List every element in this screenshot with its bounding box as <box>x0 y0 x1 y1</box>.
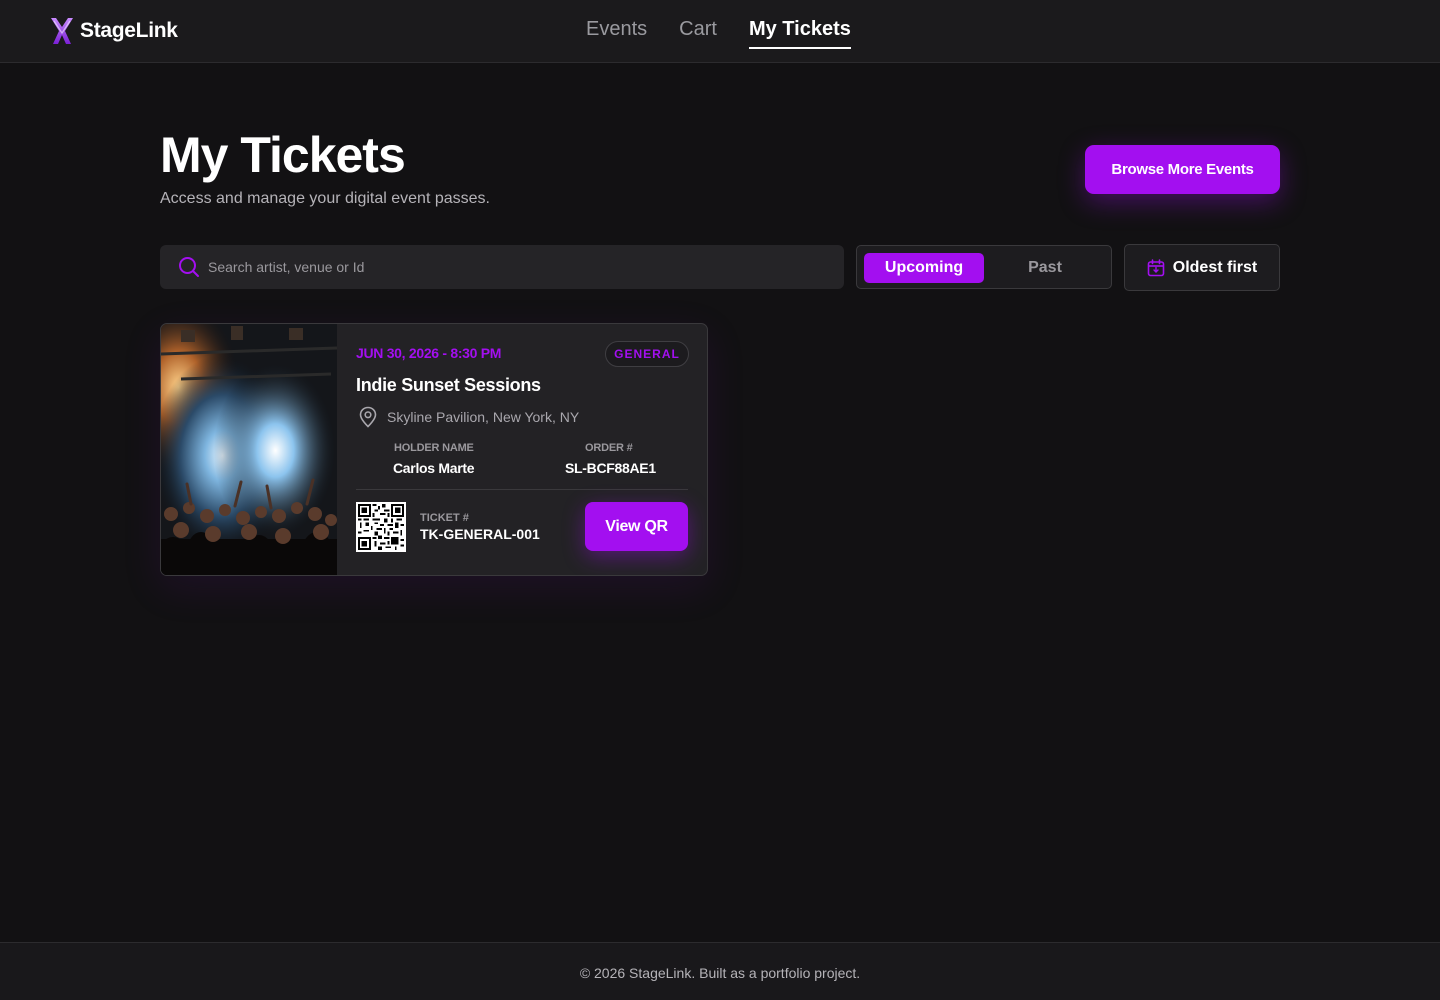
holder-name-label: HOLDER NAME <box>394 442 474 454</box>
brand-logo-icon <box>51 18 73 44</box>
view-qr-button[interactable]: View QR <box>585 502 688 551</box>
search-icon <box>179 257 199 277</box>
event-title: Indie Sunset Sessions <box>356 375 541 395</box>
qr-code-icon <box>356 502 406 552</box>
main-nav: Events Cart My Tickets <box>586 18 851 49</box>
event-date: JUN 30, 2026 - 8:30 PM <box>356 345 502 361</box>
nav-my-tickets[interactable]: My Tickets <box>748 18 851 49</box>
card-divider <box>356 489 688 490</box>
ticket-number-label: TICKET # <box>420 512 469 524</box>
top-navbar: StageLink Events Cart My Tickets <box>0 0 1440 63</box>
ticket-type-badge: GENERAL <box>605 341 689 367</box>
location-pin-icon <box>359 406 377 428</box>
brand-name: StageLink <box>80 19 178 42</box>
sort-label: Oldest first <box>1172 258 1258 276</box>
brand[interactable]: StageLink <box>50 17 178 45</box>
order-number-label: ORDER # <box>585 442 633 454</box>
browse-more-events-button[interactable]: Browse More Events <box>1085 145 1280 194</box>
page-subtitle: Access and manage your digital event pas… <box>160 190 490 207</box>
filter-upcoming-button[interactable]: Upcoming <box>864 253 984 283</box>
nav-cart[interactable]: Cart <box>679 18 717 49</box>
event-venue: Skyline Pavilion, New York, NY <box>358 406 579 428</box>
nav-events[interactable]: Events <box>586 18 647 49</box>
ticket-number-value: TK-GENERAL-001 <box>420 526 540 542</box>
page-title: My Tickets <box>160 127 406 183</box>
calendar-icon <box>1147 258 1165 276</box>
ticket-card: JUN 30, 2026 - 8:30 PM GENERAL Indie Sun… <box>160 323 708 576</box>
time-filter-toggle: Upcoming Past <box>856 245 1112 289</box>
event-image <box>161 324 337 575</box>
search-input[interactable] <box>208 259 808 275</box>
search-bar <box>160 245 844 289</box>
footer: © 2026 StageLink. Built as a portfolio p… <box>0 942 1440 1000</box>
filter-past-button[interactable]: Past <box>987 253 1103 283</box>
holder-name-value: Carlos Marte <box>393 460 475 476</box>
footer-copyright: © 2026 StageLink. Built as a portfolio p… <box>579 965 861 981</box>
sort-button[interactable]: Oldest first <box>1124 244 1280 291</box>
venue-text: Skyline Pavilion, New York, NY <box>387 409 580 425</box>
order-number-value: SL-BCF88AE1 <box>565 460 656 476</box>
ticket-details: JUN 30, 2026 - 8:30 PM GENERAL Indie Sun… <box>337 324 707 575</box>
